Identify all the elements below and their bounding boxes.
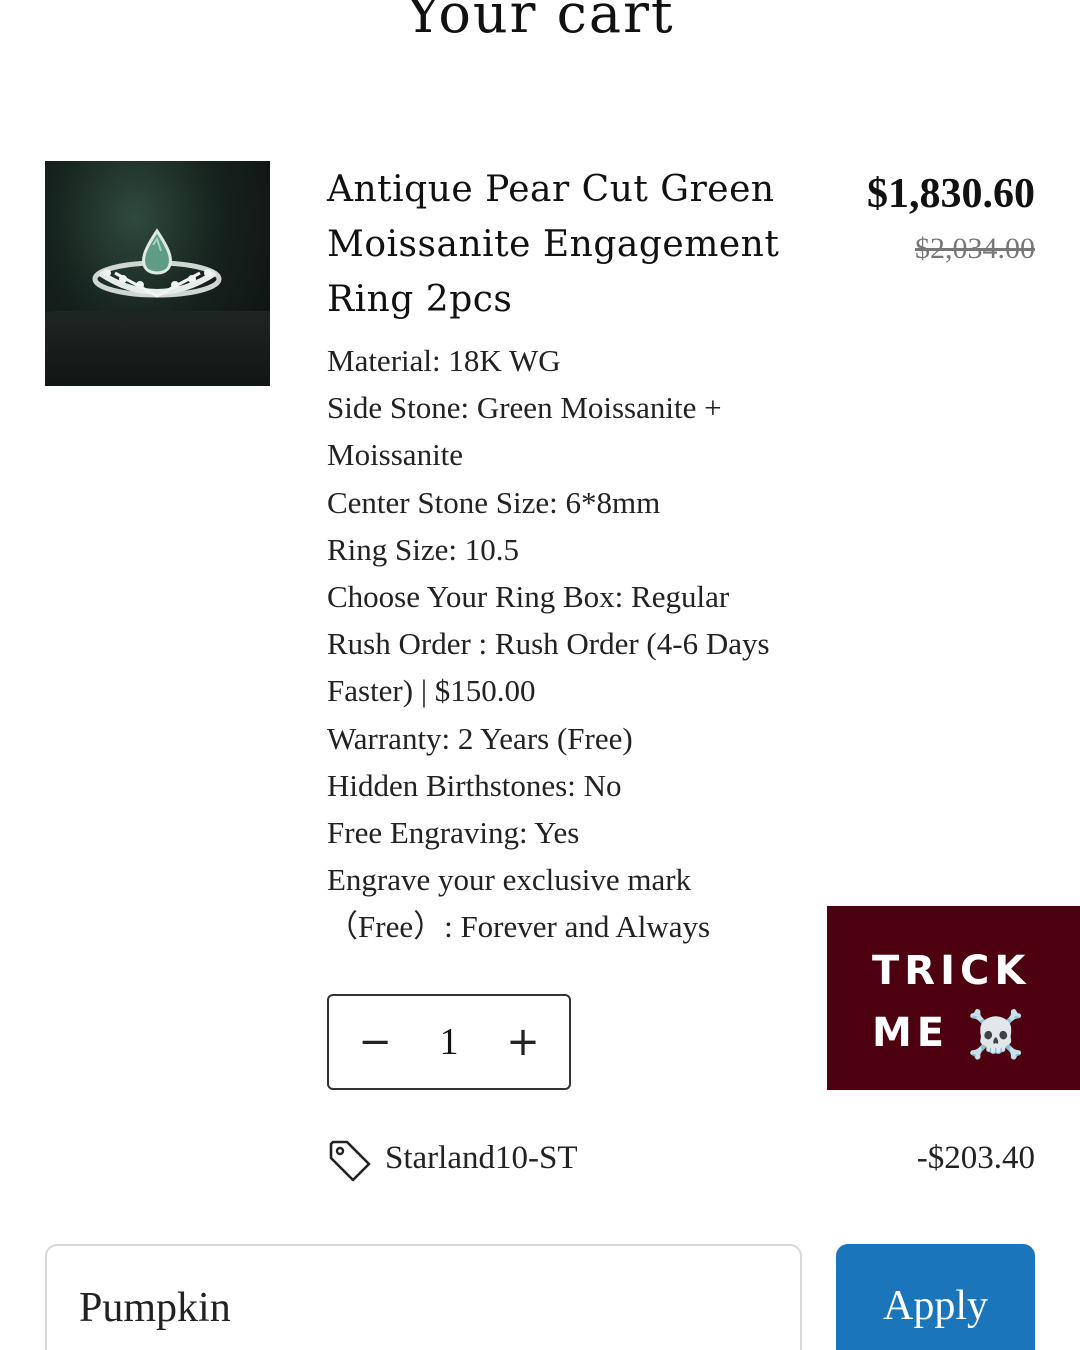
skull-icon: ☠️: [967, 1007, 1025, 1061]
tag-icon: [327, 1138, 373, 1189]
compare-at-price: $2,034.00: [915, 232, 1035, 265]
ring-illustration: [92, 228, 222, 298]
product-image[interactable]: [45, 161, 270, 386]
option-line: Ring Size: 10.5: [327, 531, 520, 567]
applied-discount: Starland10-ST -$203.40: [327, 1136, 1035, 1186]
sale-price: $1,830.60: [867, 171, 1035, 217]
option-line: Rush Order : Rush Order (4-6 Days Faster…: [327, 626, 770, 709]
option-line: Warranty: 2 Years (Free): [327, 720, 633, 756]
product-name[interactable]: Antique Pear Cut Green Moissanite Engage…: [327, 162, 827, 327]
option-line: Side Stone: Green Moissanite + Moissanit…: [327, 390, 722, 473]
option-line: Center Stone Size: 6*8mm: [327, 484, 661, 520]
quantity-value[interactable]: 1: [440, 1020, 459, 1064]
discount-code: Starland10-ST: [385, 1140, 578, 1176]
option-line: Choose Your Ring Box: Regular: [327, 579, 730, 615]
option-line: Material: 18K WG: [327, 343, 561, 378]
apply-button[interactable]: Apply: [836, 1244, 1035, 1350]
option-line: Hidden Birthstones: No: [327, 767, 622, 803]
increase-quantity-button[interactable]: +: [505, 1019, 541, 1065]
discount-amount: -$203.40: [916, 1140, 1035, 1176]
decrease-quantity-button[interactable]: −: [357, 1019, 393, 1065]
product-options-list: Material: 18K WG Side Stone: Green Moiss…: [327, 337, 822, 951]
quantity-stepper: − 1 +: [327, 994, 571, 1090]
trick-me-badge[interactable]: TRICK ME ☠️: [827, 906, 1080, 1090]
badge-line-2: ME: [872, 1010, 950, 1056]
option-line: Free Engraving: Yes: [327, 815, 580, 851]
discount-code-input[interactable]: Pumpkin: [45, 1244, 802, 1350]
page-title: Your cart: [405, 0, 675, 45]
badge-line-1: TRICK: [872, 948, 1031, 994]
option-line: Engrave your exclusive mark （Free）: Fore…: [327, 862, 711, 945]
